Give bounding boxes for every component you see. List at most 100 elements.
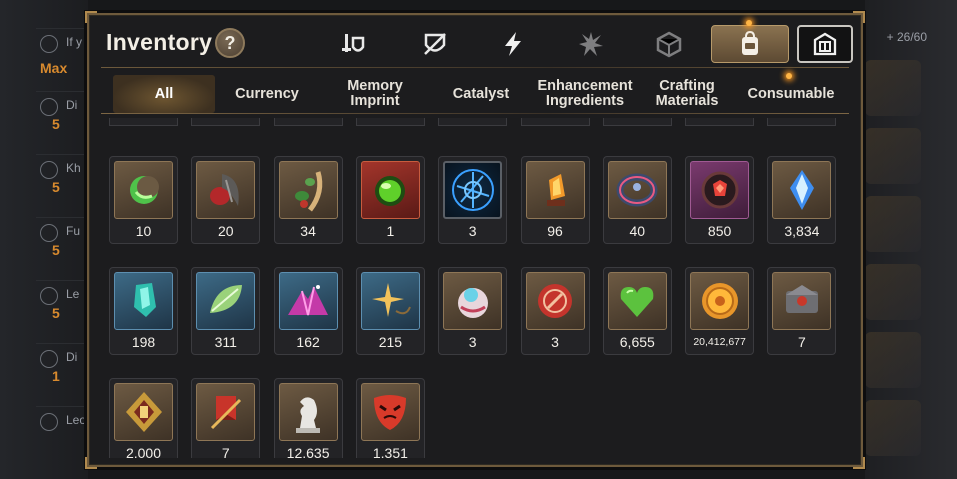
row-icon: [40, 35, 58, 53]
flame-crystal-icon: [547, 174, 565, 206]
partial-item-slot[interactable]: [438, 118, 508, 126]
partial-item-slot[interactable]: [520, 118, 590, 126]
item-slot[interactable]: 12,635: [273, 378, 343, 458]
item-slot[interactable]: 96: [520, 156, 590, 244]
row-name: Leo: [66, 413, 87, 427]
help-button[interactable]: ?: [215, 28, 245, 58]
category-materials[interactable]: [641, 25, 697, 63]
item-slot[interactable]: 215: [355, 267, 425, 355]
category-burst[interactable]: [563, 25, 619, 63]
item-art: [278, 272, 338, 330]
item-slot[interactable]: 3: [438, 267, 508, 355]
tab-all[interactable]: All: [113, 75, 215, 113]
item-quantity: 850: [707, 223, 732, 239]
burst-icon: [579, 32, 603, 56]
item-slot[interactable]: 162: [273, 267, 343, 355]
item-slot[interactable]: 311: [191, 267, 261, 355]
pink-orb-icon: [457, 288, 488, 318]
cube-icon: [656, 31, 682, 58]
item-art: [772, 161, 832, 219]
item-slot[interactable]: 3,834: [767, 156, 837, 244]
background-list-row: Di 1: [36, 343, 84, 390]
partial-item-slot[interactable]: [602, 118, 672, 126]
item-slot[interactable]: 6,655: [602, 267, 672, 355]
item-quantity: 1: [386, 223, 395, 239]
item-slot[interactable]: 850: [685, 156, 755, 244]
background-list-row: Fu 5: [36, 217, 84, 264]
stone-box-icon: [785, 285, 818, 313]
row-level: 5: [52, 305, 60, 321]
star-pendant-icon: [372, 283, 412, 317]
row-icon: [40, 161, 58, 179]
row-icon: [40, 287, 58, 305]
tab-catalyst[interactable]: Catalyst: [431, 75, 531, 113]
background-list-row: Kh 5: [36, 154, 84, 201]
background-list-row: Leo: [36, 406, 87, 453]
item-slot[interactable]: 7: [191, 378, 261, 458]
category-storage[interactable]: [797, 25, 853, 63]
item-art: [114, 383, 173, 441]
row-name: Di: [66, 98, 78, 112]
equipment-icon: [342, 34, 365, 52]
partial-item-slot[interactable]: [355, 118, 425, 126]
item-art: [360, 272, 420, 330]
notification-spark: [746, 20, 752, 26]
item-art: [114, 272, 173, 330]
item-quantity: 40: [629, 223, 646, 239]
item-slot[interactable]: 40: [602, 156, 672, 244]
item-slot[interactable]: 7: [767, 267, 837, 355]
tab-crafting-materials[interactable]: Crafting Materials: [645, 75, 729, 113]
category-inventory[interactable]: [711, 20, 789, 63]
row-name: Fu: [66, 224, 81, 238]
category-skill[interactable]: [485, 25, 541, 63]
item-slot[interactable]: 34: [273, 156, 343, 244]
item-slot[interactable]: 20: [191, 156, 261, 244]
item-slot[interactable]: 3: [438, 156, 508, 244]
item-slot[interactable]: 20,412,677: [685, 267, 755, 355]
item-art: [772, 272, 832, 330]
item-slot[interactable]: 1: [355, 156, 425, 244]
row-level: 5: [52, 179, 60, 195]
inventory-panel: Inventory ? All Currency Memory Imprint …: [85, 11, 865, 469]
partial-item-slot[interactable]: [109, 118, 178, 126]
category-equipment[interactable]: [325, 25, 381, 63]
item-quantity: 162: [296, 334, 320, 350]
row-name: Di: [66, 350, 78, 364]
blue-rune-icon: [451, 169, 494, 211]
partial-item-slot[interactable]: [767, 118, 837, 126]
pink-crystal-icon: [288, 285, 329, 316]
tab-memory-imprint[interactable]: Memory Imprint: [327, 75, 423, 113]
item-quantity: 3,834: [784, 223, 820, 239]
item-art: [278, 383, 338, 441]
red-seal-icon: [538, 284, 572, 318]
tab-consumable[interactable]: Consumable: [739, 75, 843, 113]
partial-item-slot[interactable]: [685, 118, 755, 126]
row-level: 5: [52, 116, 60, 132]
item-slot[interactable]: 3: [520, 267, 590, 355]
panel-corner: [85, 457, 97, 469]
partial-item-slot[interactable]: [273, 118, 343, 126]
item-art: [690, 161, 750, 219]
item-slot[interactable]: 1,351: [355, 378, 425, 458]
backpack-icon: [742, 30, 758, 55]
background-list-row: Di 5: [36, 91, 84, 138]
tab-currency[interactable]: Currency: [217, 75, 317, 113]
tab-enhancement-ingredients[interactable]: Enhancement Ingredients: [533, 75, 637, 113]
item-art: [607, 272, 667, 330]
red-claw-icon: [209, 174, 239, 206]
cyan-crystal-icon: [133, 283, 156, 317]
green-leaf-icon: [209, 285, 242, 313]
item-slot[interactable]: 10: [109, 156, 178, 244]
item-quantity: 311: [214, 334, 237, 350]
item-quantity: 7: [221, 445, 230, 458]
item-art: [278, 161, 338, 219]
item-slot[interactable]: 198: [109, 267, 178, 355]
category-armor[interactable]: [407, 25, 463, 63]
item-slot[interactable]: 2,000: [109, 378, 178, 458]
item-quantity: 1,351: [372, 445, 408, 458]
item-quantity: 10: [135, 223, 152, 239]
partial-item-slot[interactable]: [191, 118, 261, 126]
gold-emblem-icon: [125, 392, 162, 432]
green-heart-icon: [620, 287, 654, 317]
item-quantity: 96: [547, 223, 563, 239]
